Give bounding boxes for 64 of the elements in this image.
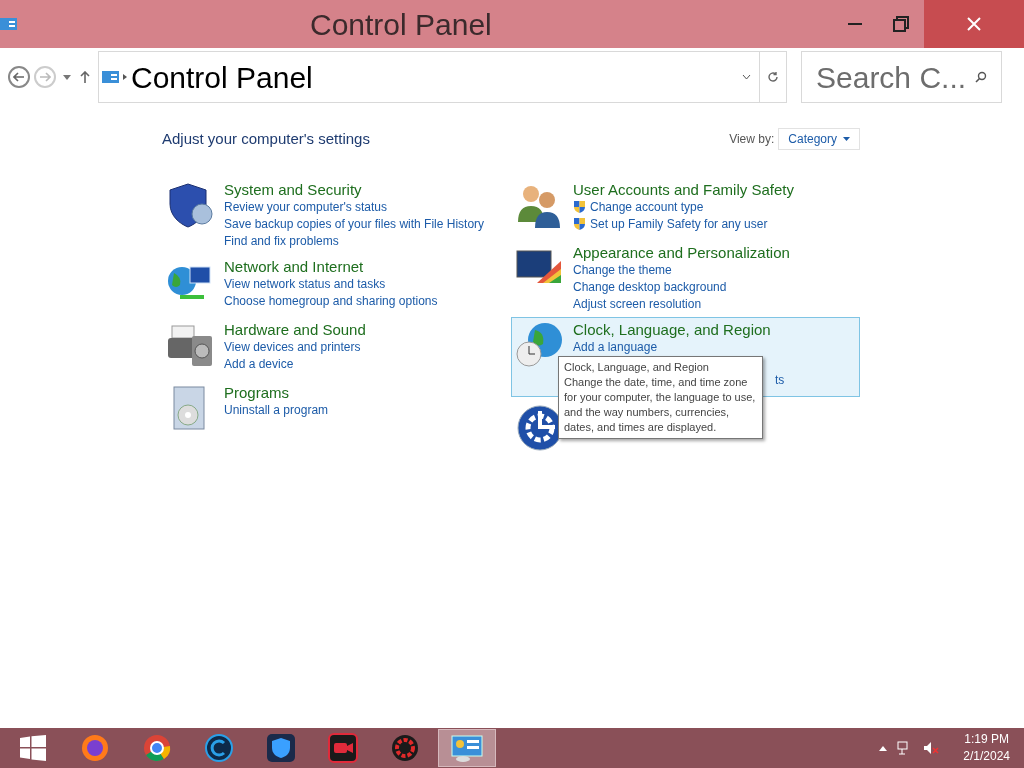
search-field[interactable]: Search C... xyxy=(801,51,1002,103)
shield-icon xyxy=(573,217,586,231)
category-link[interactable]: Change desktop background xyxy=(573,278,727,296)
category-link[interactable]: Save backup copies of your files with File History xyxy=(224,215,485,233)
recent-dropdown[interactable] xyxy=(60,74,74,80)
search-icon xyxy=(975,71,987,83)
clock-time: 1:19 PM xyxy=(964,731,1009,748)
up-button[interactable] xyxy=(78,71,92,83)
category-title[interactable]: Network and Internet xyxy=(224,256,438,276)
forward-arrow-icon xyxy=(39,72,51,82)
category-link[interactable]: Set up Family Safety for any user xyxy=(590,215,768,233)
back-button[interactable] xyxy=(8,66,30,88)
category-link[interactable]: ts xyxy=(775,371,785,389)
view-by-label: View by: xyxy=(729,131,775,149)
tooltip-title: Clock, Language, and Region xyxy=(564,359,710,375)
category-link[interactable]: Adjust screen resolution xyxy=(573,295,702,313)
page-heading: Adjust your computer's settings xyxy=(162,129,370,149)
c-circle-icon xyxy=(204,733,234,763)
windows-logo-icon xyxy=(20,735,46,761)
category-link[interactable]: Uninstall a program xyxy=(224,401,329,419)
category-title[interactable]: System and Security xyxy=(224,179,485,199)
address-field[interactable]: Control Panel xyxy=(98,51,787,103)
category-title[interactable]: Hardware and Sound xyxy=(224,319,366,339)
category-link[interactable]: Choose homegroup and sharing options xyxy=(224,292,438,310)
shield-app-icon xyxy=(266,733,296,763)
fox-globe-icon xyxy=(80,733,110,763)
view-by-dropdown[interactable]: Category xyxy=(778,128,860,151)
restore-icon xyxy=(893,16,909,32)
category-link[interactable]: View network status and tasks xyxy=(224,275,386,293)
control-panel-icon xyxy=(101,69,121,85)
category-title[interactable]: Clock, Language, and Region xyxy=(573,319,785,339)
shield-icon xyxy=(573,200,586,214)
taskbar-button[interactable] xyxy=(438,729,496,767)
category-link[interactable]: Review your computer's status xyxy=(224,198,388,216)
address-text: Control Panel xyxy=(131,59,313,96)
back-arrow-icon xyxy=(13,72,25,82)
minimize-icon xyxy=(848,22,862,26)
category-link[interactable]: View devices and printers xyxy=(224,338,361,356)
search-placeholder: Search C... xyxy=(816,59,967,96)
clock-date: 2/1/2024 xyxy=(963,748,1010,765)
control-panel-icon xyxy=(451,734,483,762)
caret-icon xyxy=(63,74,71,80)
tooltip-text: Change the date, time, and time zone for your computer, the language to use, and the way numbers, currencies, dates, and times are displayed. xyxy=(564,374,757,435)
chevron-icon xyxy=(121,73,129,81)
show-hidden-icons-icon[interactable] xyxy=(879,745,888,751)
category-title[interactable]: Appearance and Personalization xyxy=(573,242,790,262)
up-arrow-icon xyxy=(80,71,90,83)
refresh-icon xyxy=(767,71,779,83)
window-title: Control Panel xyxy=(310,6,492,43)
chevron-down-icon xyxy=(742,74,751,80)
category-link[interactable]: Add a language xyxy=(573,338,658,356)
category-link[interactable]: Add a device xyxy=(224,355,294,373)
caret-icon xyxy=(843,137,850,142)
category-title[interactable]: Programs xyxy=(224,382,329,402)
category-title[interactable]: User Accounts and Family Safety xyxy=(573,179,794,199)
category-link[interactable]: Change the theme xyxy=(573,261,672,279)
tricolor-circle-icon xyxy=(142,733,172,763)
category-link[interactable]: Change account type xyxy=(590,198,704,216)
close-icon xyxy=(967,17,981,31)
control-panel-icon xyxy=(0,17,18,31)
video-camera-icon xyxy=(328,733,358,763)
muted-speaker-icon[interactable] xyxy=(923,741,940,755)
gear-rocket-icon xyxy=(390,733,420,763)
category-link[interactable]: Find and fix problems xyxy=(224,232,339,250)
